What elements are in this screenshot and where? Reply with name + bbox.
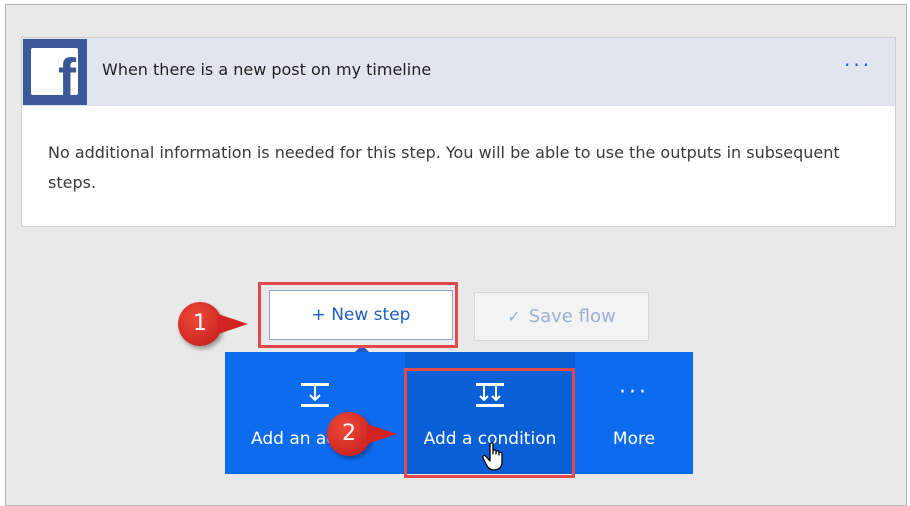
ellipsis-icon: ··· bbox=[619, 380, 649, 405]
add-action-icon bbox=[299, 382, 331, 414]
checkmark-icon: ✓ bbox=[507, 307, 521, 326]
save-flow-button[interactable]: ✓ Save flow bbox=[474, 292, 649, 341]
callout-step-1: 1 bbox=[178, 302, 248, 346]
callout-step-2: 2 bbox=[327, 412, 397, 456]
more-label: More bbox=[612, 429, 656, 449]
highlight-new-step bbox=[258, 282, 458, 348]
trigger-card: f When there is a new post on my timelin… bbox=[21, 37, 896, 227]
card-menu-ellipsis-icon[interactable]: ··· bbox=[844, 53, 872, 77]
more-menu-item[interactable]: ··· More bbox=[575, 352, 693, 474]
add-action-menu-item[interactable]: Add an action bbox=[225, 352, 405, 474]
trigger-card-header[interactable]: f When there is a new post on my timelin… bbox=[22, 38, 895, 106]
flow-editor-canvas: f When there is a new post on my timelin… bbox=[5, 4, 907, 506]
facebook-icon: f bbox=[23, 39, 87, 105]
trigger-card-info-text: No additional information is needed for … bbox=[48, 143, 840, 192]
hand-pointer-cursor-icon bbox=[482, 442, 506, 476]
save-flow-label: Save flow bbox=[528, 306, 616, 327]
trigger-title: When there is a new post on my timeline bbox=[102, 60, 432, 79]
